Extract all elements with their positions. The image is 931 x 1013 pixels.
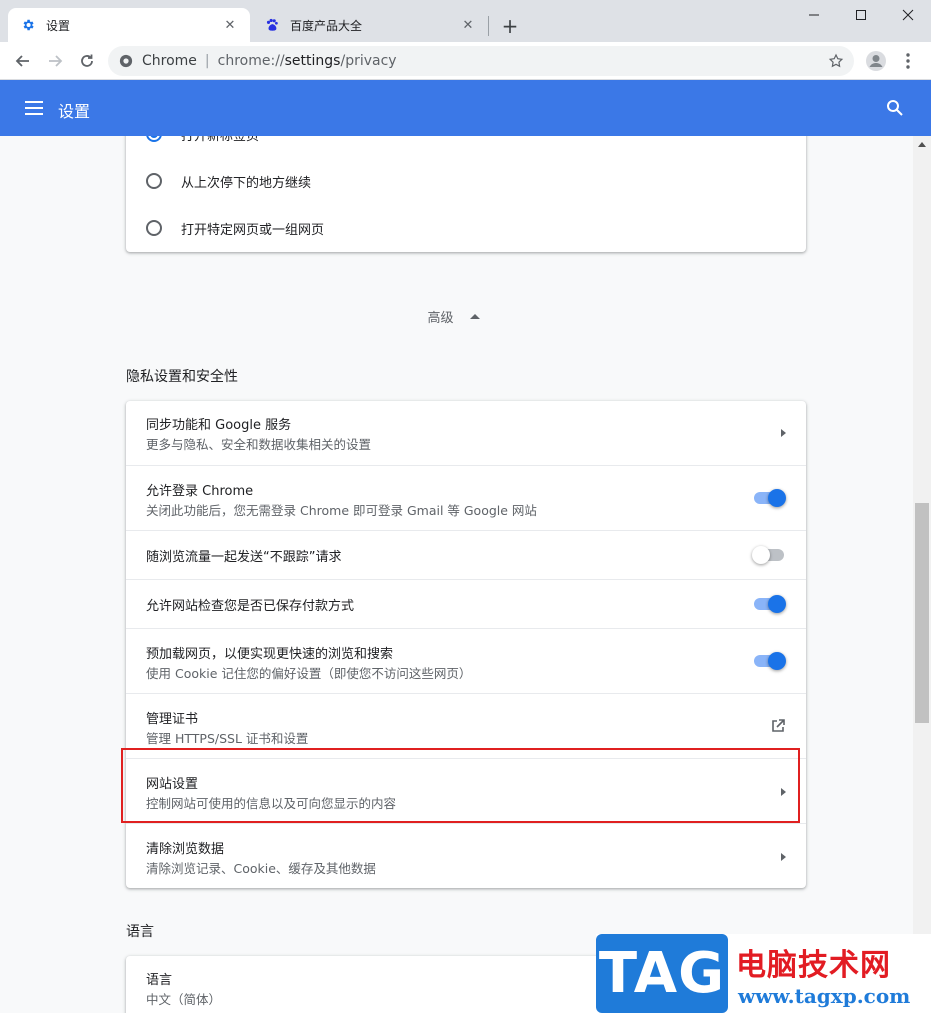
tab-settings[interactable]: 设置 ✕ bbox=[8, 8, 250, 42]
settings-header-overlay: 设置 bbox=[0, 80, 931, 136]
tab-baidu[interactable]: 百度产品大全 ✕ bbox=[252, 8, 488, 42]
startup-option-label: 从上次停下的地方继续 bbox=[181, 175, 312, 191]
row-primary: 允许登录 Chrome bbox=[146, 484, 254, 499]
address-divider: | bbox=[204, 53, 210, 69]
advanced-toggle[interactable]: 高级 bbox=[0, 300, 931, 332]
address-bar[interactable]: Chrome | chrome:// settings /privacy bbox=[108, 46, 854, 76]
scrollbar-thumb[interactable] bbox=[915, 503, 929, 723]
external-link-icon[interactable] bbox=[770, 718, 786, 734]
radio-button[interactable] bbox=[146, 220, 162, 236]
watermark-url: www.tagxp.com bbox=[738, 984, 911, 1008]
page-title: 设置 bbox=[58, 102, 91, 121]
gear-icon bbox=[20, 17, 36, 33]
browser-toolbar: Chrome | chrome:// settings /privacy bbox=[0, 42, 931, 80]
row-allow-chrome-signin: 允许登录 Chrome 关闭此功能后，您无需登录 Chrome 即可登录 Gma… bbox=[126, 465, 806, 530]
row-sync-services[interactable]: 同步功能和 Google 服务 更多与隐私、安全和数据收集相关的设置 bbox=[126, 401, 806, 465]
bookmark-star-icon[interactable] bbox=[826, 51, 846, 71]
page-scrollbar[interactable] bbox=[913, 136, 931, 1013]
address-host: settings bbox=[284, 53, 341, 69]
row-site-settings[interactable]: 网站设置 控制网站可使用的信息以及可向您显示的内容 bbox=[126, 758, 806, 823]
chevron-right-icon[interactable] bbox=[781, 788, 786, 796]
baidu-paw-icon bbox=[264, 17, 280, 33]
row-primary: 网站设置 bbox=[146, 777, 199, 792]
new-tab-button[interactable]: + bbox=[498, 14, 522, 38]
menu-kebab-icon[interactable] bbox=[894, 47, 922, 75]
row-primary: 随浏览流量一起发送“不跟踪”请求 bbox=[146, 550, 342, 565]
row-payment-methods: 允许网站检查您是否已保存付款方式 bbox=[126, 579, 806, 628]
maximize-button[interactable] bbox=[838, 0, 884, 30]
watermark-logo: TAG 电脑技术网 www.tagxp.com bbox=[596, 934, 931, 1013]
toggle-switch[interactable] bbox=[752, 545, 786, 565]
row-primary: 管理证书 bbox=[146, 712, 199, 727]
hamburger-menu-icon[interactable] bbox=[22, 96, 46, 120]
reload-button[interactable] bbox=[73, 47, 101, 75]
toggle-switch[interactable] bbox=[752, 594, 786, 614]
toggle-switch[interactable] bbox=[752, 651, 786, 671]
close-window-button[interactable] bbox=[885, 0, 931, 30]
section-title-language: 语言 bbox=[126, 924, 154, 940]
privacy-card: 同步功能和 Google 服务 更多与隐私、安全和数据收集相关的设置 允许登录 … bbox=[126, 401, 806, 888]
row-clear-browsing-data[interactable]: 清除浏览数据 清除浏览记录、Cookie、缓存及其他数据 bbox=[126, 823, 806, 888]
address-scheme: chrome:// bbox=[217, 53, 285, 69]
row-primary: 清除浏览数据 bbox=[146, 842, 225, 857]
startup-option-label: 打开特定网页或一组网页 bbox=[181, 222, 325, 238]
forward-button[interactable] bbox=[41, 47, 69, 75]
tab-title: 设置 bbox=[46, 18, 71, 33]
section-title-privacy: 隐私设置和安全性 bbox=[126, 369, 238, 385]
row-secondary: 关闭此功能后，您无需登录 Chrome 即可登录 Gmail 等 Google … bbox=[146, 503, 537, 518]
profile-avatar-icon[interactable] bbox=[862, 47, 890, 75]
tab-separator bbox=[488, 16, 489, 36]
row-secondary: 控制网站可使用的信息以及可向您显示的内容 bbox=[146, 796, 397, 811]
back-button[interactable] bbox=[9, 47, 37, 75]
minimize-button[interactable] bbox=[791, 0, 837, 30]
chevron-right-icon[interactable] bbox=[781, 853, 786, 861]
toggle-switch[interactable] bbox=[752, 488, 786, 508]
watermark-name: 电脑技术网 bbox=[736, 948, 891, 983]
chrome-site-icon bbox=[118, 53, 134, 69]
row-secondary: 管理 HTTPS/SSL 证书和设置 bbox=[146, 731, 309, 746]
startup-option[interactable]: 从上次停下的地方继续 bbox=[126, 157, 806, 205]
row-preload-pages: 预加载网页，以便实现更快速的浏览和搜索 使用 Cookie 记住您的偏好设置（即… bbox=[126, 628, 806, 693]
row-primary: 预加载网页，以便实现更快速的浏览和搜索 bbox=[146, 647, 394, 662]
radio-button[interactable] bbox=[146, 173, 162, 189]
row-secondary: 中文（简体） bbox=[146, 992, 222, 1007]
startup-option[interactable]: 打开特定网页或一组网页 bbox=[126, 204, 806, 252]
row-secondary: 使用 Cookie 记住您的偏好设置（即使您不访问这些网页） bbox=[146, 666, 472, 681]
address-chip: Chrome bbox=[142, 53, 197, 69]
row-secondary: 清除浏览记录、Cookie、缓存及其他数据 bbox=[146, 861, 376, 876]
scroll-up-arrow-icon[interactable] bbox=[918, 142, 926, 147]
advanced-label: 高级 bbox=[427, 310, 454, 326]
close-tab-icon[interactable]: ✕ bbox=[222, 17, 238, 33]
row-do-not-track: 随浏览流量一起发送“不跟踪”请求 bbox=[126, 530, 806, 579]
watermark-tag: TAG bbox=[596, 934, 728, 1013]
row-primary: 允许网站检查您是否已保存付款方式 bbox=[146, 599, 355, 614]
address-path: /privacy bbox=[340, 53, 397, 69]
close-tab-icon[interactable]: ✕ bbox=[460, 17, 476, 33]
row-primary: 同步功能和 Google 服务 bbox=[146, 418, 292, 433]
row-manage-certificates[interactable]: 管理证书 管理 HTTPS/SSL 证书和设置 bbox=[126, 693, 806, 758]
caret-up-icon bbox=[469, 313, 480, 319]
chevron-right-icon[interactable] bbox=[781, 429, 786, 437]
tab-title: 百度产品大全 bbox=[290, 18, 363, 33]
search-icon[interactable] bbox=[883, 96, 907, 120]
startup-card: 打开新标签页 从上次停下的地方继续 打开特定网页或一组网页 bbox=[126, 116, 806, 252]
tab-strip: 设置 ✕ 百度产品大全 ✕ + bbox=[0, 0, 931, 42]
row-primary: 语言 bbox=[146, 973, 173, 988]
row-secondary: 更多与隐私、安全和数据收集相关的设置 bbox=[146, 437, 372, 452]
